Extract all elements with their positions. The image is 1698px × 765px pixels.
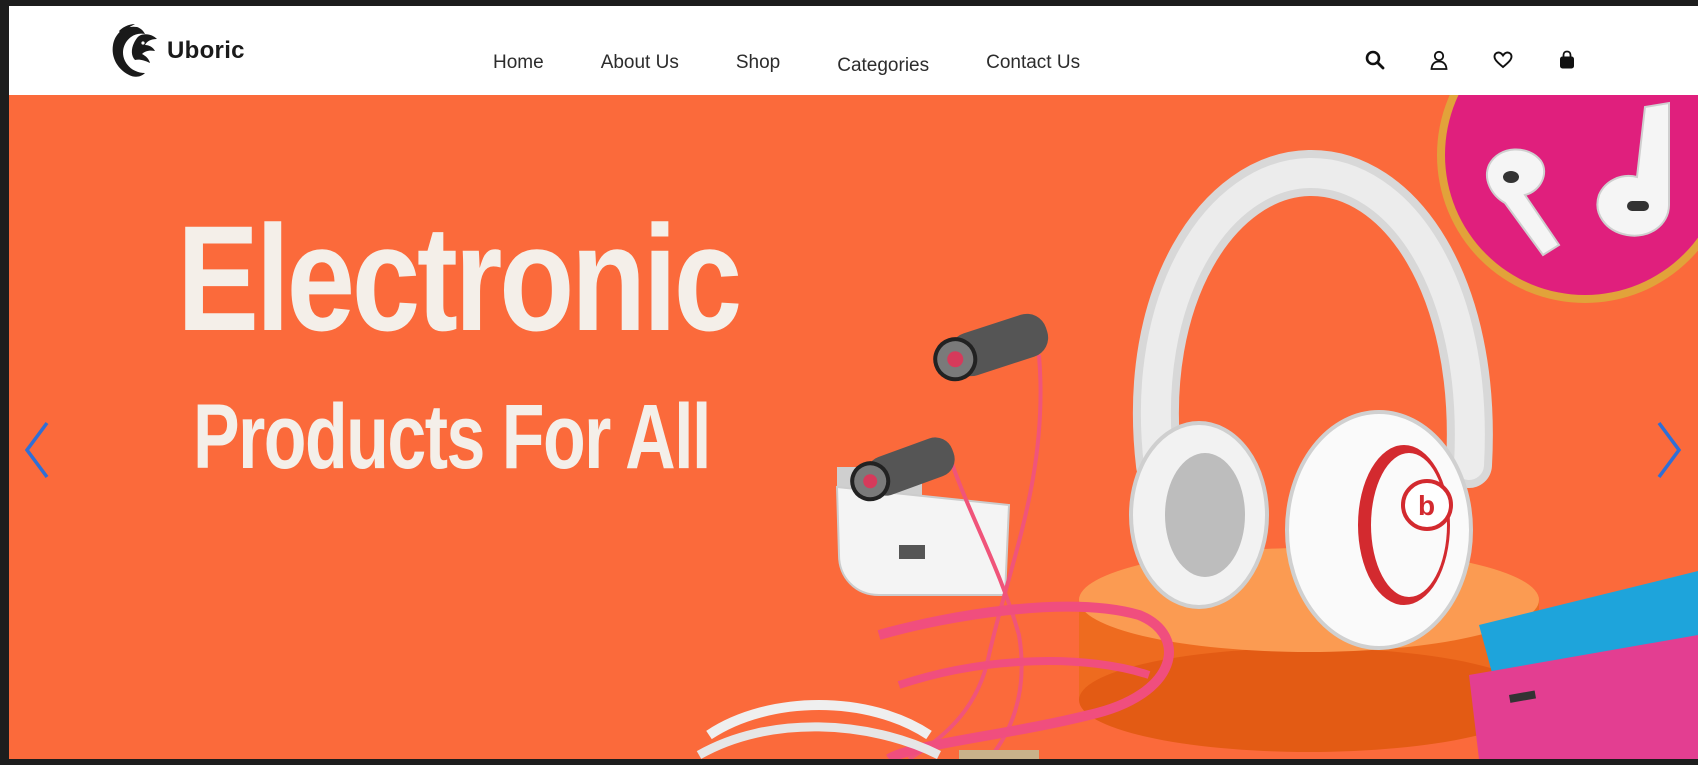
main-nav: Home About Us Shop Categories Contact Us xyxy=(493,52,1137,77)
site-header: Uboric Home About Us Shop Categories Con… xyxy=(9,6,1698,95)
wishlist-button[interactable] xyxy=(1489,46,1517,74)
page-frame: Uboric Home About Us Shop Categories Con… xyxy=(9,6,1698,759)
nav-home[interactable]: Home xyxy=(493,52,544,74)
svg-text:b: b xyxy=(1418,490,1435,521)
account-button[interactable] xyxy=(1425,46,1453,74)
hero-subtitle: Products For All xyxy=(193,386,711,488)
search-icon xyxy=(1365,50,1385,70)
chevron-left-icon xyxy=(24,421,49,479)
airpods-badge xyxy=(1437,95,1698,303)
search-button[interactable] xyxy=(1361,46,1389,74)
brand-name: Uboric xyxy=(167,37,245,64)
nav-contact-us[interactable]: Contact Us xyxy=(986,52,1080,74)
shopping-bag-icon xyxy=(1560,50,1574,69)
nav-about-us[interactable]: About Us xyxy=(601,52,679,74)
hero-title: Electronic xyxy=(177,194,742,362)
hero-banner: b Electronic Products For All xyxy=(9,95,1698,759)
slider-next-button[interactable] xyxy=(1649,415,1689,485)
cart-button[interactable] xyxy=(1553,46,1581,74)
header-actions xyxy=(1361,46,1617,74)
nav-shop[interactable]: Shop xyxy=(736,52,780,74)
headphones-image: b xyxy=(1129,149,1493,650)
heart-icon xyxy=(1493,51,1513,69)
slider-prev-button[interactable] xyxy=(17,415,57,485)
user-icon xyxy=(1430,50,1448,70)
lion-logo-icon xyxy=(112,24,157,77)
nav-categories[interactable]: Categories xyxy=(837,55,929,77)
chevron-right-icon xyxy=(1657,421,1682,479)
logo[interactable]: Uboric xyxy=(107,16,245,86)
